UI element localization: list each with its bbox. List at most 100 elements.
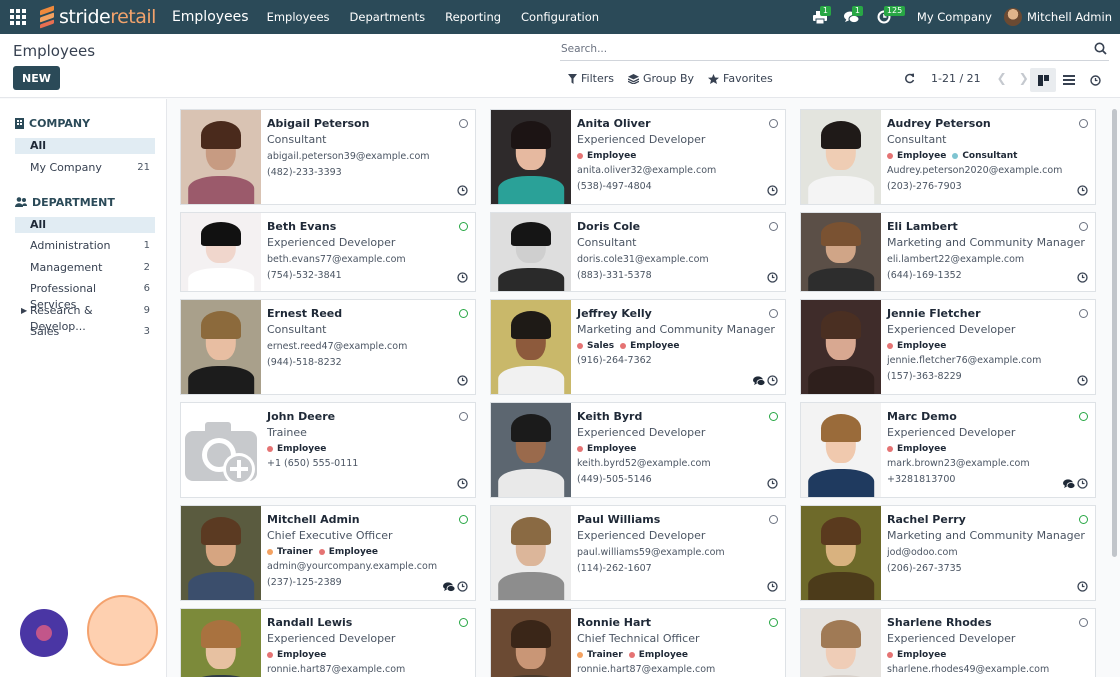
menu-departments[interactable]: Departments: [340, 0, 436, 34]
new-button[interactable]: NEW: [13, 66, 60, 90]
employee-phone: (754)-532-3841: [267, 270, 342, 281]
scrollbar[interactable]: [1112, 109, 1117, 557]
employee-name: Eli Lambert: [887, 220, 958, 233]
employee-info: Randall Lewis Experienced Developer Employ…: [261, 609, 475, 677]
search-icon[interactable]: [1094, 42, 1107, 55]
activity-clock-icon[interactable]: [1077, 375, 1088, 389]
employee-card[interactable]: Beth Evans Experienced Developer beth.evan…: [180, 212, 476, 292]
apps-menu-icon[interactable]: [0, 0, 36, 34]
activity-clock-icon[interactable]: [457, 272, 468, 286]
pager-next-icon[interactable]: ❯: [1019, 71, 1029, 85]
menu-employees[interactable]: Employees: [257, 0, 340, 34]
chat-icon[interactable]: [753, 376, 766, 389]
search-input[interactable]: [560, 39, 1080, 59]
company-filter-all[interactable]: All: [15, 138, 155, 154]
activity-clock-icon[interactable]: [457, 478, 468, 492]
tag-color-dot: [620, 343, 627, 349]
department-filter-research-development[interactable]: ▶ Research & Develop... 9: [15, 303, 155, 333]
tag-color-dot: [577, 153, 583, 159]
pager-value[interactable]: 1-21 / 21: [931, 72, 981, 85]
employee-job-title: Experienced Developer: [577, 133, 706, 146]
employee-card[interactable]: Jeffrey Kelly Marketing and Community Man…: [490, 299, 786, 395]
employee-card[interactable]: Jennie Fletcher Experienced Developer Empl…: [800, 299, 1096, 395]
employee-email: doris.cole31@example.com: [577, 254, 709, 265]
employee-email: anita.oliver32@example.com: [577, 165, 717, 176]
employee-name: Marc Demo: [887, 410, 957, 423]
filters-dropdown[interactable]: Filters: [568, 72, 614, 85]
employee-phone: (114)-262-1607: [577, 563, 652, 574]
layers-icon: [627, 73, 639, 84]
employee-card[interactable]: Anita Oliver Experienced Developer Employe…: [490, 109, 786, 205]
kanban-view-button[interactable]: [1030, 68, 1056, 92]
activity-clock-icon[interactable]: [767, 375, 778, 389]
presence-status-icon: [459, 309, 468, 318]
list-view-button[interactable]: [1056, 68, 1082, 92]
activities-button[interactable]: 125: [871, 0, 906, 34]
navbar-systray: 1 1 125 My Company Mitchell Admin: [807, 0, 1120, 34]
search-panel-sidebar: COMPANY All My Company 21 DEPARTMENT All …: [0, 99, 167, 677]
page-title: Employees: [13, 42, 96, 60]
refresh-icon[interactable]: [904, 73, 915, 84]
department-filter-all[interactable]: All: [15, 216, 155, 233]
department-filter-management[interactable]: Management 2: [15, 260, 155, 276]
employee-photo: [491, 300, 571, 394]
activity-view-button[interactable]: [1082, 68, 1108, 92]
activity-clock-icon[interactable]: [1077, 272, 1088, 286]
employee-card[interactable]: Paul Williams Experienced Developer paul.w…: [490, 505, 786, 601]
department-section-title: DEPARTMENT: [15, 196, 166, 209]
employee-job-title: Consultant: [887, 133, 947, 146]
activity-clock-icon[interactable]: [1077, 478, 1088, 492]
employee-tag: Employee: [887, 341, 946, 351]
floating-orange-circle[interactable]: [87, 595, 158, 666]
activity-clock-icon[interactable]: [457, 185, 468, 199]
activity-clock-icon[interactable]: [767, 272, 778, 286]
employee-card[interactable]: Abigail Peterson Consultant abigail.peters…: [180, 109, 476, 205]
employee-kanban: Abigail Peterson Consultant abigail.peters…: [167, 99, 1120, 677]
chat-icon[interactable]: [443, 582, 456, 595]
printer-button[interactable]: 1: [807, 0, 833, 34]
employee-tag: Employee: [267, 650, 326, 660]
employee-card[interactable]: Eli Lambert Marketing and Community Manag…: [800, 212, 1096, 292]
activity-clock-icon[interactable]: [457, 581, 468, 595]
activity-clock-icon[interactable]: [767, 185, 778, 199]
activity-clock-icon[interactable]: [1077, 581, 1088, 595]
employee-card[interactable]: Doris Cole Consultant doris.cole31@example…: [490, 212, 786, 292]
user-menu[interactable]: Mitchell Admin: [1003, 8, 1112, 26]
department-filter-administration[interactable]: Administration 1: [15, 238, 155, 254]
employee-card[interactable]: John Deere Trainee Employee +1 (650) 555-01…: [180, 402, 476, 498]
employee-card[interactable]: Randall Lewis Experienced Developer Employ…: [180, 608, 476, 677]
app-name[interactable]: Employees: [172, 9, 249, 25]
activity-clock-icon[interactable]: [767, 581, 778, 595]
activity-clock-icon[interactable]: [457, 375, 468, 389]
expand-caret-icon[interactable]: ▶: [21, 303, 27, 319]
employee-tags: Trainer Employee: [267, 547, 469, 557]
brand-logo[interactable]: strideretail: [38, 0, 156, 34]
employee-card[interactable]: Audrey Peterson Consultant Employee Consult…: [800, 109, 1096, 205]
employee-card[interactable]: Ronnie Hart Chief Technical Officer Traine…: [490, 608, 786, 677]
department-filter-professional-services[interactable]: Professional Services 6: [15, 281, 155, 311]
presence-status-icon: [459, 515, 468, 524]
employee-tag: Employee: [577, 444, 636, 454]
employee-info: Ernest Reed Consultant ernest.reed47@examp…: [261, 300, 475, 394]
floating-assistant-button[interactable]: [20, 609, 68, 657]
tag-color-dot: [887, 652, 893, 658]
activity-clock-icon[interactable]: [767, 478, 778, 492]
employee-card[interactable]: Marc Demo Experienced Developer Employee ma…: [800, 402, 1096, 498]
employee-info: Jeffrey Kelly Marketing and Community Man…: [571, 300, 785, 394]
tag-color-dot: [577, 343, 583, 349]
messages-button[interactable]: 1: [839, 0, 865, 34]
activity-clock-icon[interactable]: [1077, 185, 1088, 199]
company-switcher[interactable]: My Company: [917, 10, 992, 24]
menu-configuration[interactable]: Configuration: [511, 0, 609, 34]
pager-previous-icon[interactable]: ❮: [997, 71, 1007, 85]
chat-icon[interactable]: [1063, 479, 1076, 492]
company-filter-my-company[interactable]: My Company 21: [15, 160, 155, 176]
employee-card[interactable]: Mitchell Admin Chief Executive Officer Tra…: [180, 505, 476, 601]
employee-card[interactable]: Keith Byrd Experienced Developer Employee k…: [490, 402, 786, 498]
employee-card[interactable]: Rachel Perry Marketing and Community Mana…: [800, 505, 1096, 601]
group-by-dropdown[interactable]: Group By: [627, 72, 694, 85]
menu-reporting[interactable]: Reporting: [435, 0, 511, 34]
favorites-dropdown[interactable]: Favorites: [708, 72, 773, 85]
employee-card[interactable]: Sharlene Rhodes Experienced Developer Empl…: [800, 608, 1096, 677]
employee-card[interactable]: Ernest Reed Consultant ernest.reed47@examp…: [180, 299, 476, 395]
